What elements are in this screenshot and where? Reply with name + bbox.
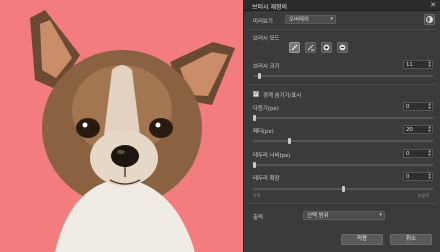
image-canvas[interactable]	[0, 0, 243, 252]
edge-width-value: 0	[406, 151, 410, 157]
preview-select[interactable]: 오버레이 ▾	[285, 15, 336, 24]
edge-expand-max-label: 바깥쪽	[418, 193, 430, 198]
edge-expand-value: 0	[406, 174, 410, 180]
brush-subtract-icon[interactable]	[305, 42, 316, 53]
refine-brush-panel: 브러시 재정의 ✕ 미리보기 오버레이 ▾ 브러시 모드 브러시 크기 11 ▲…	[243, 0, 440, 252]
stepper-icon[interactable]: ▲ ▼	[428, 102, 431, 110]
preview-label: 미리보기	[253, 19, 273, 25]
slider-knob[interactable]	[288, 138, 291, 144]
edge-expand-label: 테두리 확장	[253, 176, 280, 182]
show-edges-label: 경계 숨기기/표시	[263, 93, 302, 99]
edge-expand-min-label: 안쪽	[253, 193, 261, 198]
edge-width-label: 테두리 너비(px)	[253, 153, 291, 159]
contrast-icon[interactable]	[424, 14, 435, 25]
slider-knob[interactable]	[253, 115, 256, 121]
brush-size-input[interactable]: 11 ▲ ▼	[403, 60, 433, 69]
title-bar: 브러시 재정의 ✕	[244, 0, 440, 11]
output-select[interactable]: 선택 범위 ▾	[303, 211, 385, 220]
feather-input[interactable]: 20 ▲ ▼	[403, 125, 433, 134]
feather-label: 페더(px)	[253, 129, 274, 135]
output-label: 출력	[253, 215, 263, 221]
dog-nose	[111, 145, 139, 167]
dog-photo	[30, 10, 235, 252]
smooth-label: 다듬기(px)	[253, 106, 279, 112]
slider-knob[interactable]	[258, 73, 261, 79]
brush-size-value: 11	[406, 62, 413, 68]
smooth-input[interactable]: 0 ▲ ▼	[403, 102, 433, 111]
brush-subtract-circle-icon[interactable]	[337, 42, 348, 53]
stepper-icon[interactable]: ▲ ▼	[428, 125, 431, 133]
left-eye	[76, 118, 100, 138]
output-select-value: 선택 범위	[307, 213, 329, 219]
brush-mode-label: 브러시 모드	[253, 36, 280, 42]
edge-expand-slider[interactable]	[253, 186, 433, 192]
panel-title: 브러시 재정의	[252, 4, 288, 11]
brush-add-circle-icon[interactable]	[321, 42, 332, 53]
divider	[248, 203, 437, 204]
divider	[248, 29, 437, 30]
chevron-down-icon: ▾	[330, 16, 333, 22]
stepper-icon[interactable]: ▲ ▼	[428, 60, 431, 68]
stepper-icon[interactable]: ▲ ▼	[428, 172, 431, 180]
close-icon[interactable]: ✕	[430, 1, 436, 9]
divider	[248, 84, 437, 85]
edge-width-input[interactable]: 0 ▲ ▼	[403, 149, 433, 158]
cancel-button[interactable]: 취소	[390, 234, 432, 245]
apply-button[interactable]: 적용	[341, 234, 383, 245]
stepper-icon[interactable]: ▲ ▼	[428, 149, 431, 157]
slider-knob[interactable]	[342, 186, 345, 192]
right-eye	[149, 118, 173, 138]
chevron-down-icon: ▾	[379, 212, 382, 218]
feather-value: 20	[406, 127, 413, 133]
feather-slider[interactable]	[253, 138, 433, 144]
brush-add-icon[interactable]	[289, 42, 300, 53]
edge-width-slider[interactable]	[253, 162, 433, 168]
brush-size-label: 브러시 크기	[253, 64, 280, 70]
smooth-slider[interactable]	[253, 115, 433, 121]
smooth-value: 0	[406, 104, 410, 110]
slider-knob[interactable]	[253, 162, 256, 168]
preview-select-value: 오버레이	[289, 17, 309, 23]
show-edges-checkbox[interactable]: ✓	[253, 91, 259, 97]
edge-expand-input[interactable]: 0 ▲ ▼	[403, 172, 433, 181]
brush-size-slider[interactable]	[253, 73, 433, 79]
